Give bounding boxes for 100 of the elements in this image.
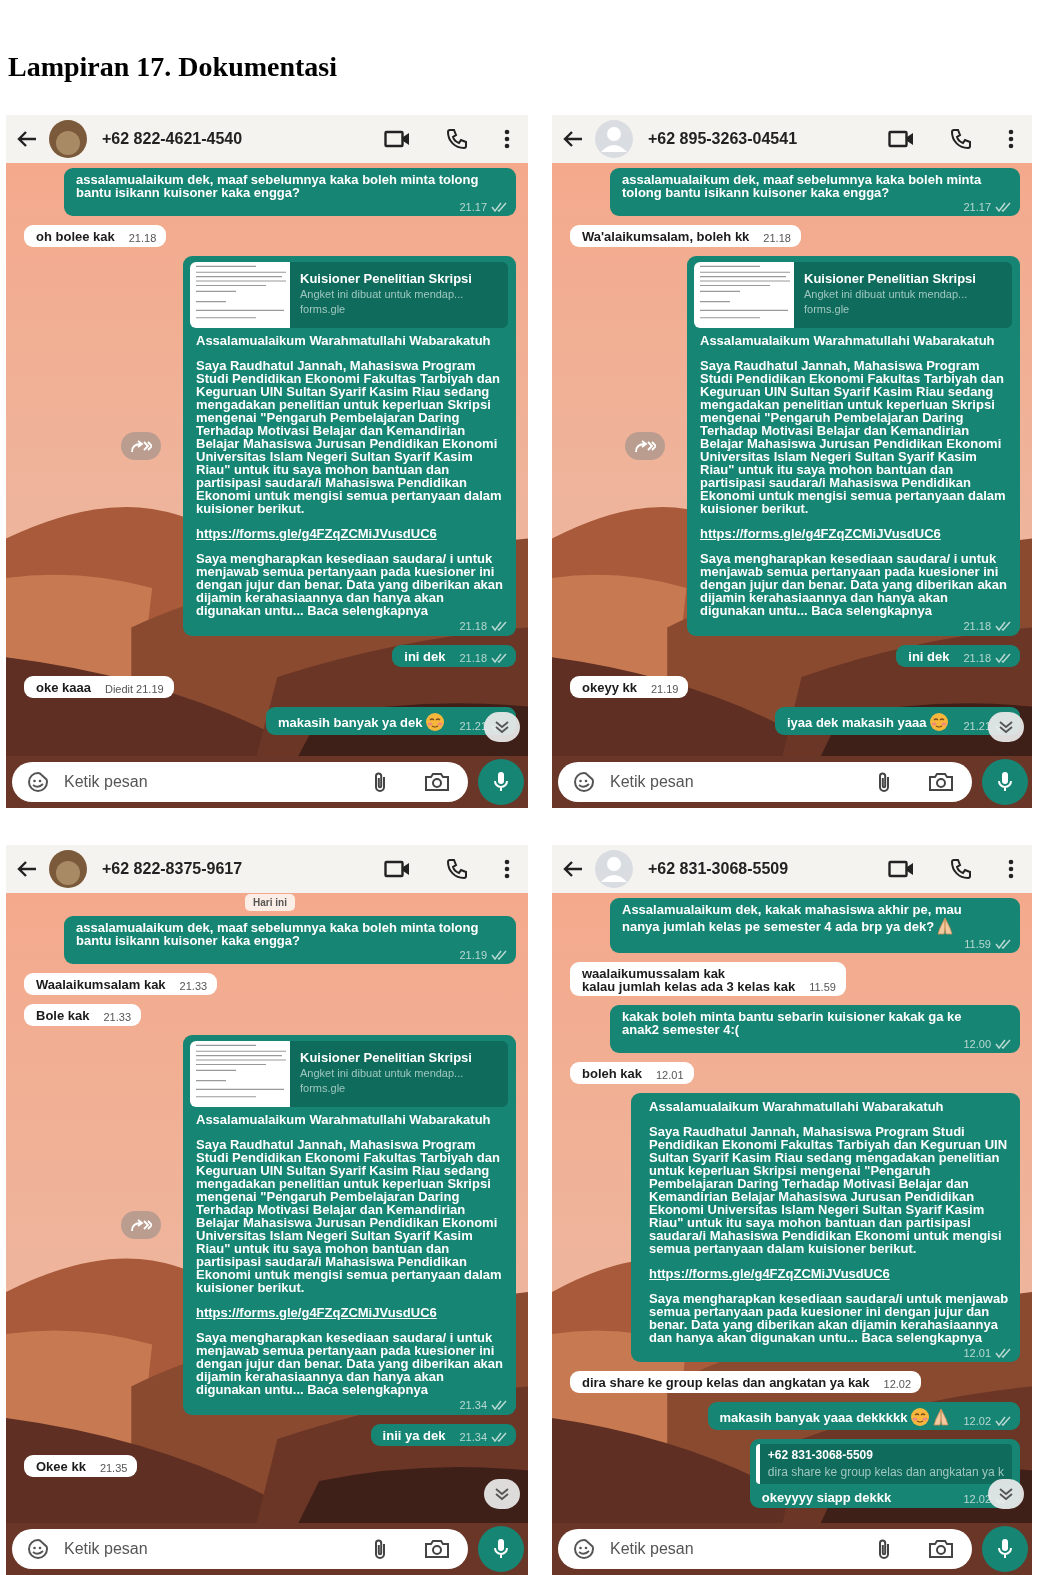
more-options-icon[interactable] bbox=[1008, 129, 1014, 149]
video-camera-icon[interactable] bbox=[888, 860, 914, 878]
link-preview[interactable]: Kuisioner Penelitian Skripsi Angket ini dibuat untuk mendap... forms.gle bbox=[190, 262, 508, 328]
camera-icon[interactable] bbox=[424, 1539, 450, 1559]
message-input-field[interactable]: Ketik pesan bbox=[64, 1540, 358, 1558]
contact-name: +62 895-3263-04541 bbox=[648, 130, 799, 148]
message-text: oke kaaa bbox=[36, 680, 91, 695]
message-text: kakak boleh minta bantu sebarin kuisioner kakak ga ke anak2 semester 4:( bbox=[622, 1009, 962, 1037]
camera-icon[interactable] bbox=[928, 1539, 954, 1559]
video-camera-icon[interactable] bbox=[384, 860, 410, 878]
double-check-icon bbox=[995, 653, 1012, 663]
video-camera-icon[interactable] bbox=[384, 130, 410, 148]
message-input-bar[interactable]: Ketik pesan bbox=[558, 762, 972, 802]
microphone-icon bbox=[493, 771, 509, 793]
message-text: Saya mengharapkan kesediaan saudara/i untuk menjawab semua pertanyaan pada kuesioner ini dengan jujur dan benar. Data yang diberikan akan dijamin kerahasiaannya dan hanya akan digunakan untu... Baca selengkapnya bbox=[649, 1292, 1010, 1344]
form-link[interactable]: https://forms.gle/g4FZqZCMiJVusdUC6 bbox=[649, 1266, 890, 1281]
contact-name: +62 831-3068-5509 bbox=[648, 860, 790, 878]
microphone-button[interactable] bbox=[478, 1526, 524, 1572]
message-time: 21.17 bbox=[459, 201, 487, 213]
message-time: 21.18 bbox=[763, 232, 791, 244]
preview-domain: forms.gle bbox=[300, 303, 347, 315]
camera-icon[interactable] bbox=[928, 772, 954, 792]
page-heading: Lampiran 17. Dokumentasi bbox=[8, 50, 339, 84]
message-text: dira share ke group kelas dan angkatan ya kak bbox=[582, 1375, 870, 1390]
message-time: 21.18 bbox=[963, 652, 991, 664]
sticker-icon[interactable] bbox=[572, 771, 596, 793]
phone-icon[interactable] bbox=[446, 128, 468, 150]
message-text: Waalaikumsalam kak bbox=[36, 977, 166, 992]
forward-icon bbox=[130, 439, 152, 453]
message-time: 21.19 bbox=[459, 949, 487, 961]
paperclip-icon[interactable] bbox=[372, 771, 388, 793]
message-text: assalamualaikum dek, maaf sebelumnya kaka boleh minta tolong bantu isikann kuisoner kaka engga? bbox=[76, 920, 479, 948]
message-input-bar[interactable]: Ketik pesan bbox=[558, 1529, 972, 1569]
double-chevron-down-icon bbox=[494, 1487, 510, 1501]
message-text: Assalamualaikum Warahmatullahi Wabarakatuh bbox=[196, 1113, 492, 1126]
microphone-icon bbox=[493, 1538, 509, 1560]
message-time: 21.18 bbox=[128, 232, 157, 244]
message-time: 21.33 bbox=[179, 980, 208, 992]
phone-icon[interactable] bbox=[950, 128, 972, 150]
message-text: waalaikumussalam kak kalau jumlah kelas ada 3 kelas kak bbox=[582, 966, 796, 994]
message-time: 21.17 bbox=[963, 201, 991, 213]
quoted-message[interactable]: +62 831-3068-5509 dira share ke group kelas dan angkatan ya k bbox=[755, 1444, 1012, 1484]
double-check-icon bbox=[995, 1039, 1012, 1049]
message-time: 21.18 bbox=[963, 620, 991, 632]
form-link[interactable]: https://forms.gle/g4FZqZCMiJVusdUC6 bbox=[196, 1305, 437, 1320]
message-text: Wa'alaikumsalam, boleh kk bbox=[582, 229, 750, 244]
paperclip-icon[interactable] bbox=[876, 771, 892, 793]
form-link[interactable]: https://forms.gle/g4FZqZCMiJVusdUC6 bbox=[196, 526, 437, 541]
back-arrow-icon[interactable] bbox=[562, 130, 584, 148]
link-preview[interactable]: Kuisioner Penelitian Skripsi Angket ini dibuat untuk mendap... forms.gle bbox=[190, 1041, 508, 1107]
message-time: 11.59 bbox=[964, 938, 991, 950]
double-check-icon bbox=[491, 1432, 508, 1442]
sticker-icon[interactable] bbox=[26, 771, 50, 793]
paperclip-icon[interactable] bbox=[372, 1538, 388, 1560]
message-time: 21.34 bbox=[459, 1399, 487, 1411]
message-input-field[interactable]: Ketik pesan bbox=[610, 773, 862, 791]
preview-title: Kuisioner Penelitian Skripsi bbox=[804, 272, 976, 285]
message-time: 21.33 bbox=[103, 1011, 131, 1023]
message-text: makasih banyak ya dek bbox=[277, 715, 423, 730]
avatar[interactable] bbox=[48, 849, 88, 889]
microphone-icon bbox=[997, 771, 1013, 793]
message-text: Saya mengharapkan kesediaan saudara/ i untuk menjawab semua pertanyaan pada kuesioner ini dengan jujur dan benar. Data yang diberikan akan dijamin kerahasiaannya dan hanya akan digunakan untu... Baca selengkapnya bbox=[196, 552, 505, 617]
sticker-icon[interactable] bbox=[26, 1538, 50, 1560]
sticker-icon[interactable] bbox=[572, 1538, 596, 1560]
message-text: Saya Raudhatul Jannah, Mahasiswa Program Studi Pendidikan Ekonomi Fakultas Tarbiyah dan Keguruan UIN Sultan Syarif Kasim Riau sedang mengadakan penelitian untuk keperluan Skripsi mengenai "Pengaruh Pembelajaran Daring Terhadap Motivasi Belajar dan Kemandirian Belajar Mahasiswa Jurusan Pendidikan Ekonomi Universitas Islam Negeri Sultan Syarif Kasim Riau" untuk itu saya mohon bantuan dan partisipasi saudara/i Mahasiswa Pendidikan Ekonomi untuk mengisi semua pertanyaan dalam kuisioner berikut. bbox=[196, 1138, 503, 1294]
camera-icon[interactable] bbox=[424, 772, 450, 792]
back-arrow-icon[interactable] bbox=[16, 130, 38, 148]
double-check-icon bbox=[491, 653, 508, 663]
message-input-bar[interactable]: Ketik pesan bbox=[12, 762, 468, 802]
message-text: okeyyyy siapp dekkk bbox=[761, 1491, 892, 1504]
microphone-button[interactable] bbox=[982, 1526, 1028, 1572]
message-text: assalamualaikum dek, maaf sebelumnya kaka boleh minta tolong bantu isikann kuisoner kaka engga? bbox=[622, 172, 982, 200]
paperclip-icon[interactable] bbox=[876, 1538, 892, 1560]
back-arrow-icon[interactable] bbox=[16, 860, 38, 878]
contact-name: +62 822-8375-9617 bbox=[102, 860, 244, 878]
preview-description: Angket ini dibuat untuk mendap... bbox=[804, 288, 969, 300]
back-arrow-icon[interactable] bbox=[562, 860, 584, 878]
message-text: Saya Raudhatul Jannah, Mahasiswa Program Studi Pendidikan Ekonomi Fakultas Tarbiyah dan Keguruan UIN Sultan Syarif Kasim Riau sedang mengadakan penelitian untuk keperluan Skripsi mengenai "Pengaruh Pembelajaran Daring Terhadap Motivasi Belajar dan Kemandirian Belajar Mahasiswa Jurusan Pendidikan Ekonomi Universitas Islam Negeri Sultan Syarif Kasim Riau" untuk itu saya mohon bantuan dan partisipasi saudara/i Mahasiswa Pendidikan Ekonomi untuk mengisi semua pertanyaan dalam kuisioner berikut. bbox=[196, 359, 503, 515]
phone-icon[interactable] bbox=[950, 858, 972, 880]
link-preview[interactable]: Kuisioner Penelitian Skripsi Angket ini dibuat untuk mendap... forms.gle bbox=[694, 262, 1012, 328]
form-link[interactable]: https://forms.gle/g4FZqZCMiJVusdUC6 bbox=[700, 526, 941, 541]
avatar[interactable] bbox=[48, 119, 88, 159]
double-chevron-down-icon bbox=[494, 720, 510, 734]
message-text: Saya Raudhatul Jannah, Mahasiswa Program Studi Pendidikan Ekonomi Fakultas Tarbiyah dan Keguruan UIN Sultan Syarif Kasim Riau sedang mengadakan penelitian untuk keperluan Skripsi mengenai "Pengaruh Pembelajaran Daring Terhadap Motivasi Belajar dan Kemandirian Belajar Mahasiswa Jurusan Pendidikan Ekonomi Universitas Islam Negeri Sultan Syarif Kasim Riau" untuk itu saya mohon bantuan dan partisipasi saudara/i Mahasiswa Pendidikan Ekonomi untuk mengisi semua pertanyaan dalam kuisioner berikut. bbox=[649, 1125, 1009, 1255]
video-camera-icon[interactable] bbox=[888, 130, 914, 148]
message-input-field[interactable]: Ketik pesan bbox=[610, 1540, 862, 1558]
more-options-icon[interactable] bbox=[1008, 859, 1014, 879]
message-time: Diedit 21.19 bbox=[104, 683, 164, 695]
message-text: Assalamualaikum Warahmatullahi Wabarakatuh bbox=[649, 1100, 945, 1113]
microphone-button[interactable] bbox=[478, 759, 524, 805]
microphone-button[interactable] bbox=[982, 759, 1028, 805]
phone-icon[interactable] bbox=[446, 858, 468, 880]
message-time: 12.00 bbox=[963, 1038, 991, 1050]
message-time: 12.01 bbox=[963, 1347, 991, 1359]
double-check-icon bbox=[491, 202, 508, 212]
more-options-icon[interactable] bbox=[504, 129, 510, 149]
more-options-icon[interactable] bbox=[504, 859, 510, 879]
double-check-icon bbox=[995, 1348, 1012, 1358]
message-input-field[interactable]: Ketik pesan bbox=[64, 773, 358, 791]
message-input-bar[interactable]: Ketik pesan bbox=[12, 1529, 468, 1569]
